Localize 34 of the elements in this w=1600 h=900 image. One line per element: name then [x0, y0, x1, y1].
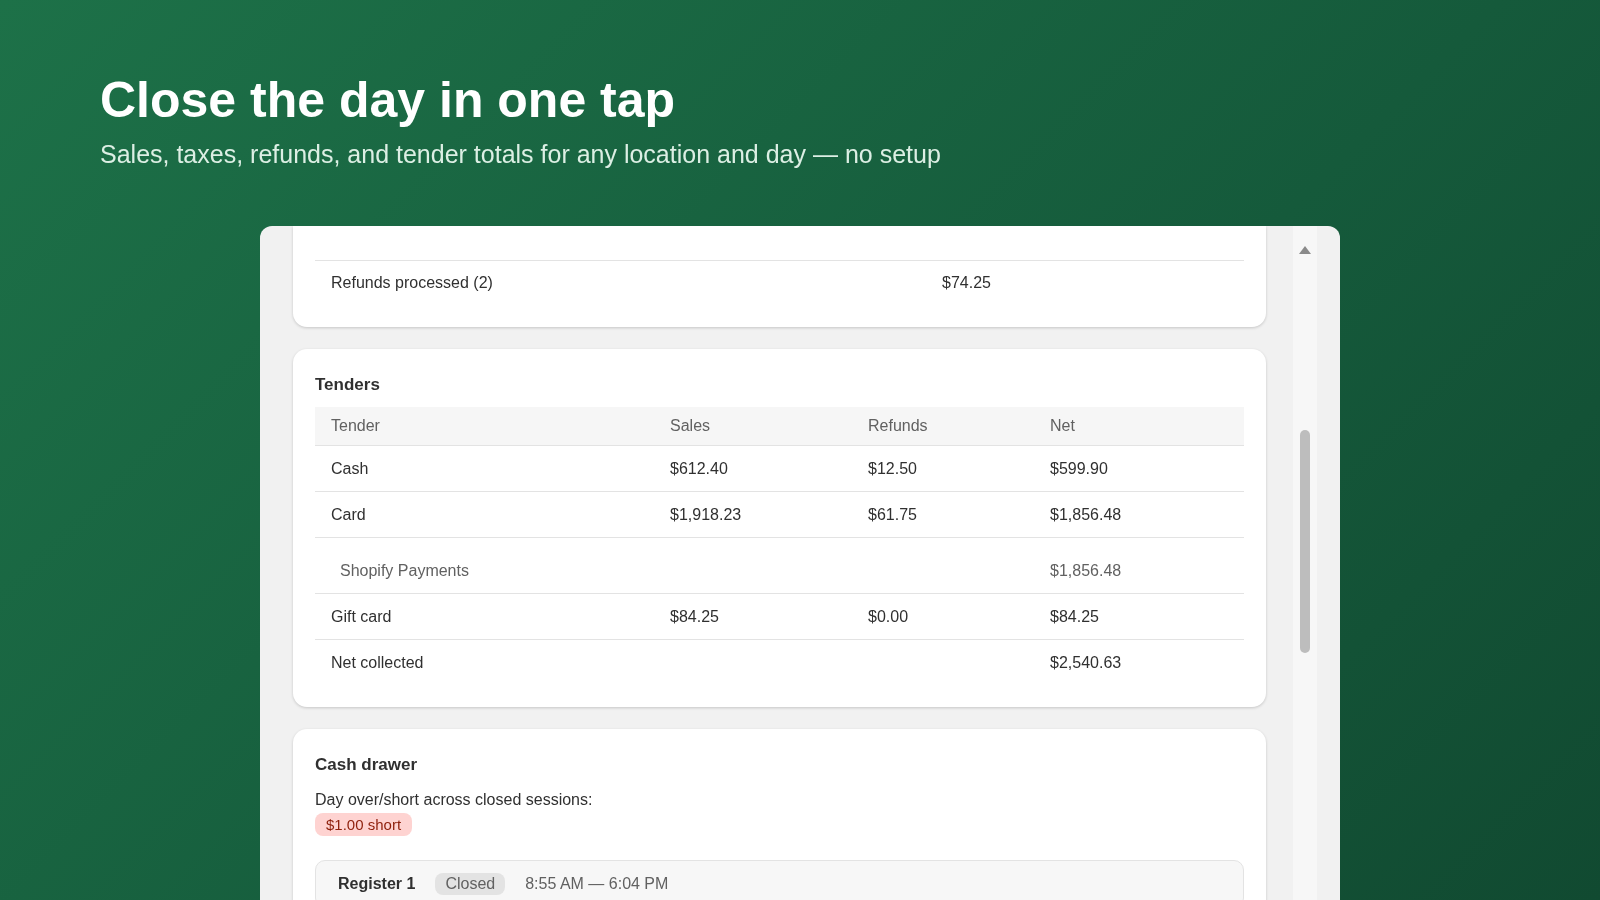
table-cell-text: $84.25 [1050, 607, 1100, 626]
headline: Close the day in one tap [100, 71, 676, 130]
row-value: $74.25 [942, 274, 992, 292]
summary-text: Day over/short across closed sessions: [315, 791, 593, 809]
column-header: Refunds [868, 417, 929, 435]
subheadline: Sales, taxes, refunds, and tender totals for any location and day — no setup [100, 140, 941, 169]
table-cell-text: $12.50 [868, 459, 918, 478]
table-cell-text: $612.40 [670, 459, 729, 478]
table-cell-text: Card [331, 505, 367, 524]
table-cell-text: $1,856.48 [1050, 561, 1123, 580]
short-badge: $1.00 short [315, 813, 413, 836]
column-header: Tender [331, 417, 381, 435]
scroll-up-icon[interactable] [1299, 246, 1311, 254]
table-cell-text: $84.25 [670, 607, 720, 626]
status-badge: Closed [435, 873, 506, 895]
column-header: Sales [670, 417, 712, 435]
table-cell-text: $1,856.48 [1050, 505, 1123, 524]
table-cell-text: $1,918.23 [670, 505, 743, 524]
table-cell-text: Shopify Payments [339, 561, 470, 580]
register-name: Register 1 [338, 875, 416, 893]
table-cell-text: $599.90 [1050, 459, 1109, 478]
table-cell-text: $2,540.63 [1050, 653, 1123, 672]
table-cell-text: $61.75 [868, 505, 918, 524]
table-cell-text: Net collected [331, 653, 425, 672]
table-cell-text: Gift card [331, 607, 393, 626]
card-title: Tenders [315, 375, 380, 395]
session-time: 8:55 AM — 6:04 PM [525, 875, 669, 893]
scrollbar-thumb[interactable] [1300, 430, 1310, 653]
row-label: Refunds processed (2) [331, 274, 494, 292]
table-cell-text: $0.00 [868, 607, 910, 626]
table-cell-text: Cash [331, 459, 370, 478]
card-title: Cash drawer [315, 755, 418, 775]
scrollbar[interactable] [1293, 226, 1317, 900]
column-header: Net [1050, 417, 1076, 435]
